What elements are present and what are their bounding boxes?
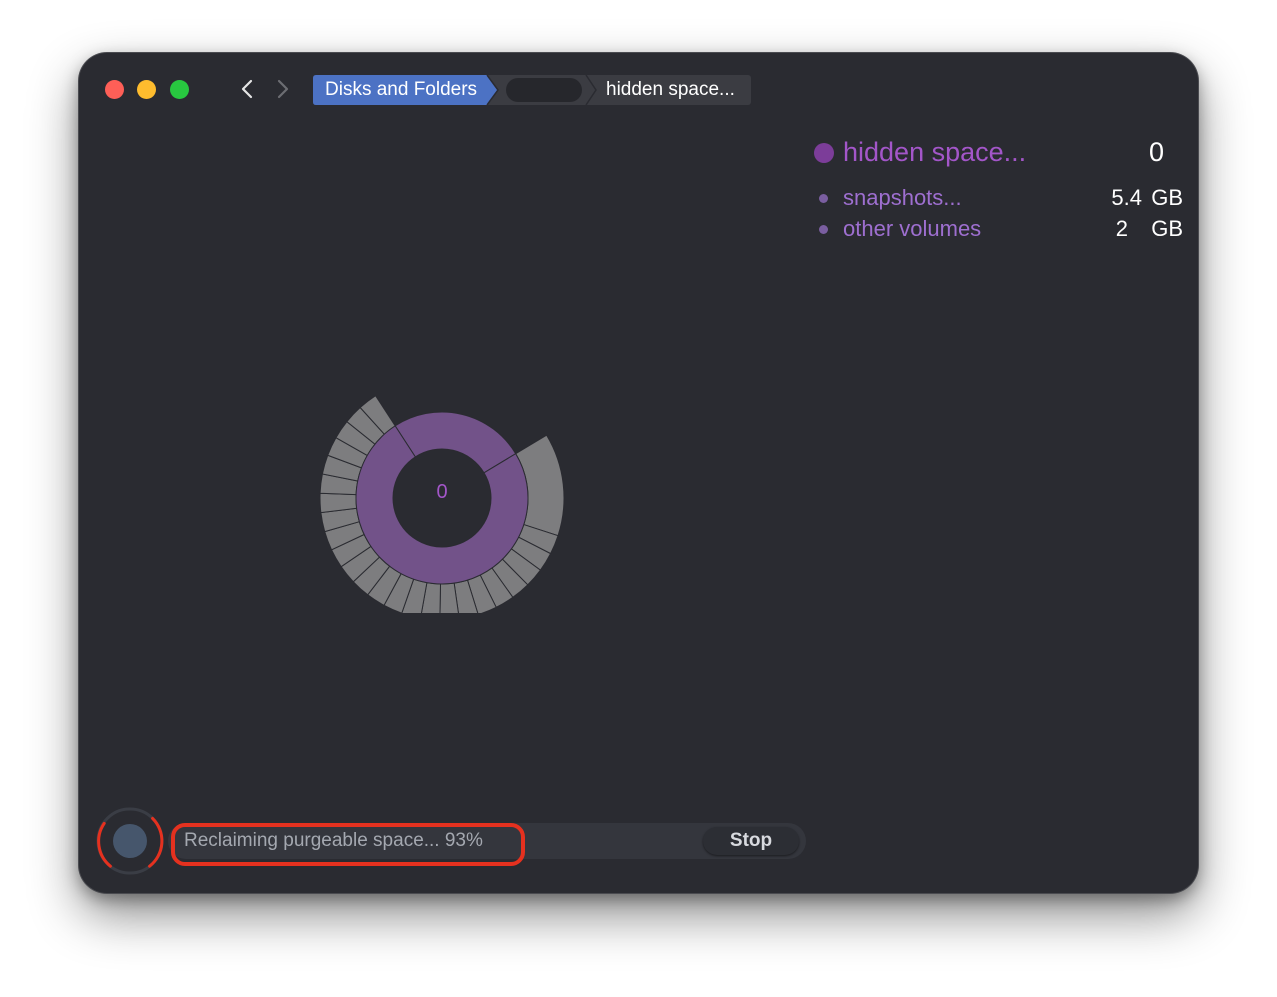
legend-dot <box>814 143 834 163</box>
highlight-annotation <box>171 823 525 866</box>
legend-item-value: 2 <box>1115 216 1128 241</box>
chevron-left-icon[interactable] <box>236 77 260 101</box>
zoom-window-button[interactable] <box>170 80 189 99</box>
breadcrumb-item-label[interactable]: hidden space... <box>606 75 735 105</box>
chevron-right-icon[interactable] <box>270 77 294 101</box>
minimize-window-button[interactable] <box>137 80 156 99</box>
breadcrumb: Disks and Folders hidden space... <box>313 75 751 105</box>
breadcrumb-item-label[interactable]: Disks and Folders <box>325 75 477 105</box>
close-window-button[interactable] <box>105 80 124 99</box>
breadcrumb-item-redacted[interactable] <box>506 78 582 102</box>
legend-main-label: hidden space... <box>843 137 1027 167</box>
stop-button[interactable]: Stop <box>703 827 799 855</box>
legend-item-value: 5.4 <box>1111 185 1142 210</box>
legend-dot <box>819 194 828 203</box>
legend-main-row[interactable]: hidden space... 0 <box>814 135 1186 169</box>
legend-item-other-volumes[interactable]: other volumes 2 GB <box>814 215 1186 243</box>
chart-center-label: 0 <box>436 481 447 503</box>
sunburst-chart[interactable]: 0 <box>314 383 570 613</box>
legend-main-value: 0 <box>1148 137 1164 167</box>
inner-ring-segment[interactable] <box>394 411 517 474</box>
legend-item-unit: GB <box>1151 216 1183 241</box>
legend-item-snapshots[interactable]: snapshots... 5.4 GB <box>814 184 1186 212</box>
progress-spinner-icon <box>96 807 164 875</box>
legend-item-unit: GB <box>1151 185 1183 210</box>
legend-dot <box>819 225 828 234</box>
legend-item-label: other volumes <box>843 216 982 241</box>
legend-item-label: snapshots... <box>843 185 962 210</box>
app-window: Disks and Folders hidden space... hidden… <box>79 53 1198 893</box>
